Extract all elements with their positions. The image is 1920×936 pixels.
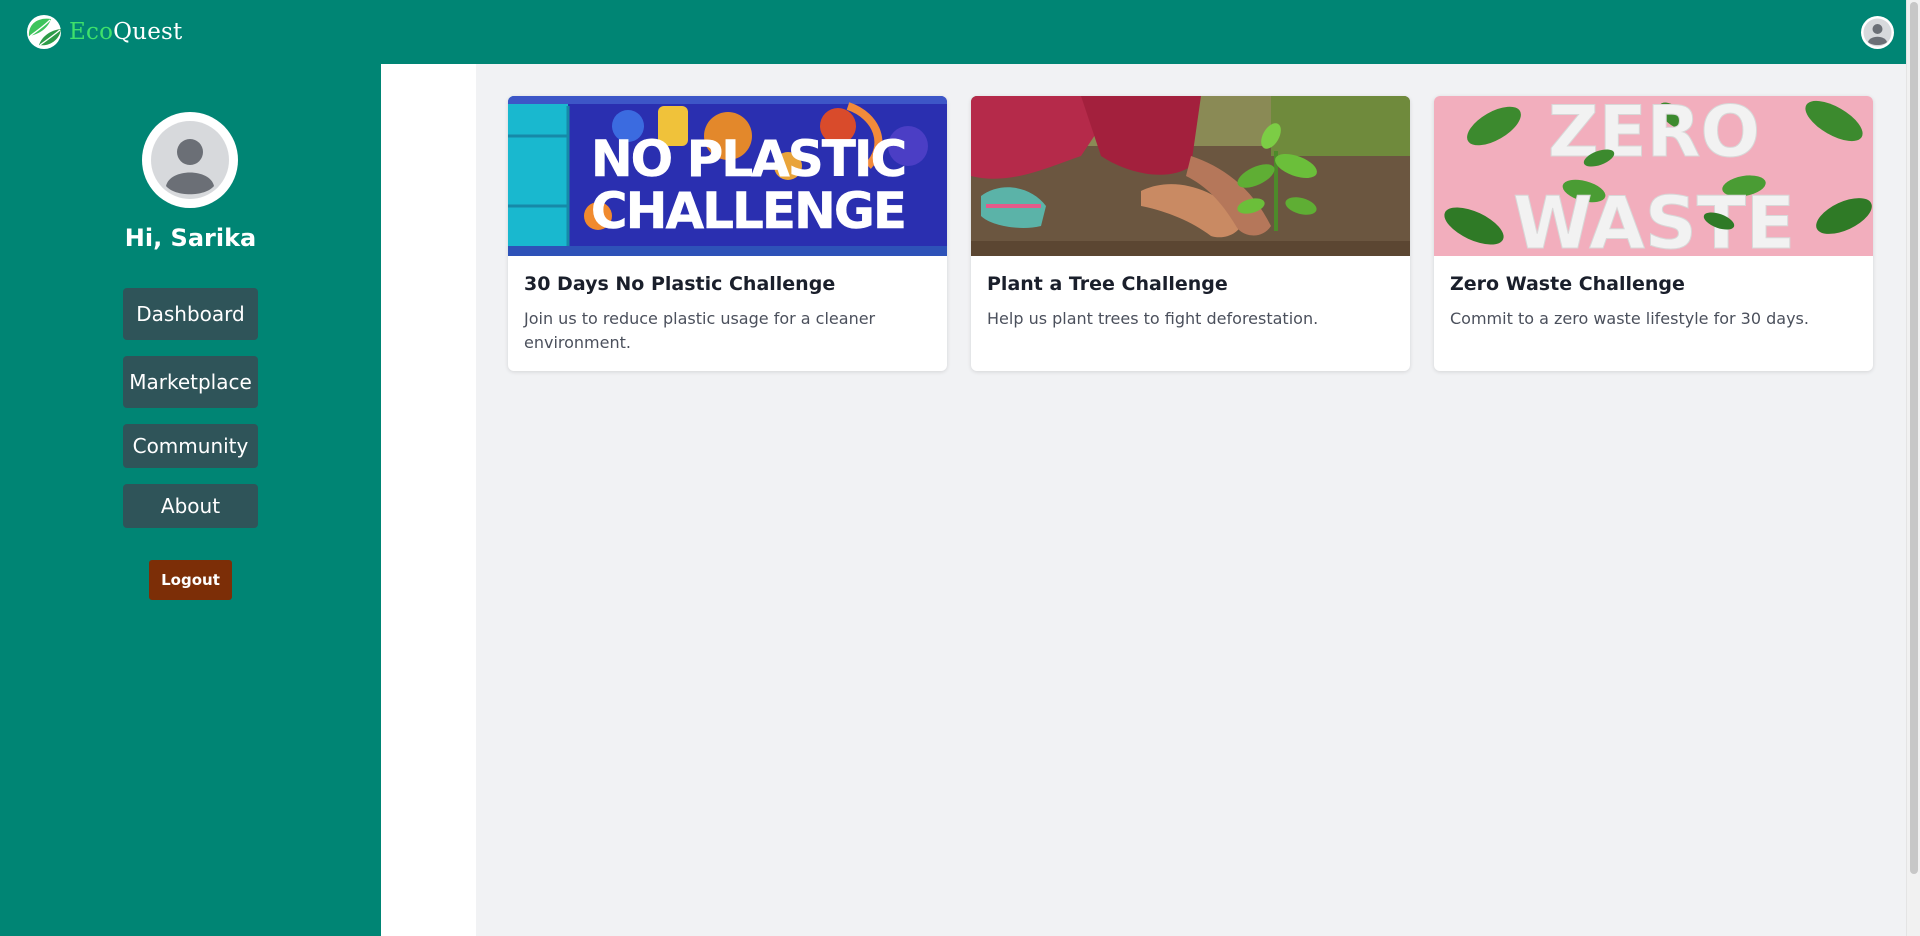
logo-text-eco: Eco (69, 19, 114, 45)
image-text-line2: CHALLENGE (591, 182, 905, 240)
image-text-line1: NO PLASTIC (591, 130, 905, 188)
challenge-card-no-plastic[interactable]: NO PLASTIC CHALLENGE 30 Days No Plastic … (508, 96, 947, 371)
nav-marketplace-button[interactable]: Marketplace (123, 356, 258, 408)
app-logo[interactable]: EcoQuest (24, 14, 182, 50)
logo-text-quest: Quest (113, 19, 183, 45)
image-text-line2: WASTE (1513, 181, 1795, 256)
user-greeting: Hi, Sarika (124, 224, 257, 252)
nav-about-button[interactable]: About (123, 484, 258, 528)
page-scrollbar[interactable] (1906, 0, 1920, 936)
challenge-description: Join us to reduce plastic usage for a cl… (524, 309, 876, 352)
challenge-description: Help us plant trees to fight deforestati… (987, 309, 1319, 328)
challenge-image-plant-tree (971, 96, 1410, 256)
image-text-line1: ZERO (1548, 96, 1760, 173)
challenge-title: Plant a Tree Challenge (987, 273, 1228, 295)
challenge-card-zero-waste[interactable]: ZERO WASTE Zero Waste Challenge Commit t… (1434, 96, 1873, 371)
top-navbar: EcoQuest (0, 0, 1906, 64)
nav-dashboard-button[interactable]: Dashboard (123, 288, 258, 340)
logout-button[interactable]: Logout (149, 560, 232, 600)
challenge-title: Zero Waste Challenge (1450, 273, 1685, 295)
challenge-title: 30 Days No Plastic Challenge (524, 273, 836, 295)
sidebar-avatar (142, 112, 238, 208)
nav-community-button[interactable]: Community (123, 424, 258, 468)
profile-avatar-button[interactable] (1861, 16, 1894, 49)
leaf-logo-icon (24, 14, 64, 50)
content-gutter (381, 64, 476, 936)
challenge-image-zero-waste: ZERO WASTE (1434, 96, 1873, 256)
sidebar: Hi, Sarika Dashboard Marketplace Communi… (0, 64, 381, 936)
scrollbar-thumb[interactable] (1910, 2, 1918, 874)
challenge-description: Commit to a zero waste lifestyle for 30 … (1450, 309, 1809, 328)
logo-text: EcoQuest (69, 19, 182, 45)
user-avatar-icon (1863, 18, 1892, 47)
challenge-card-plant-tree[interactable]: Plant a Tree Challenge Help us plant tre… (971, 96, 1410, 371)
challenge-image-no-plastic: NO PLASTIC CHALLENGE (508, 96, 947, 256)
user-avatar-icon (151, 121, 229, 199)
